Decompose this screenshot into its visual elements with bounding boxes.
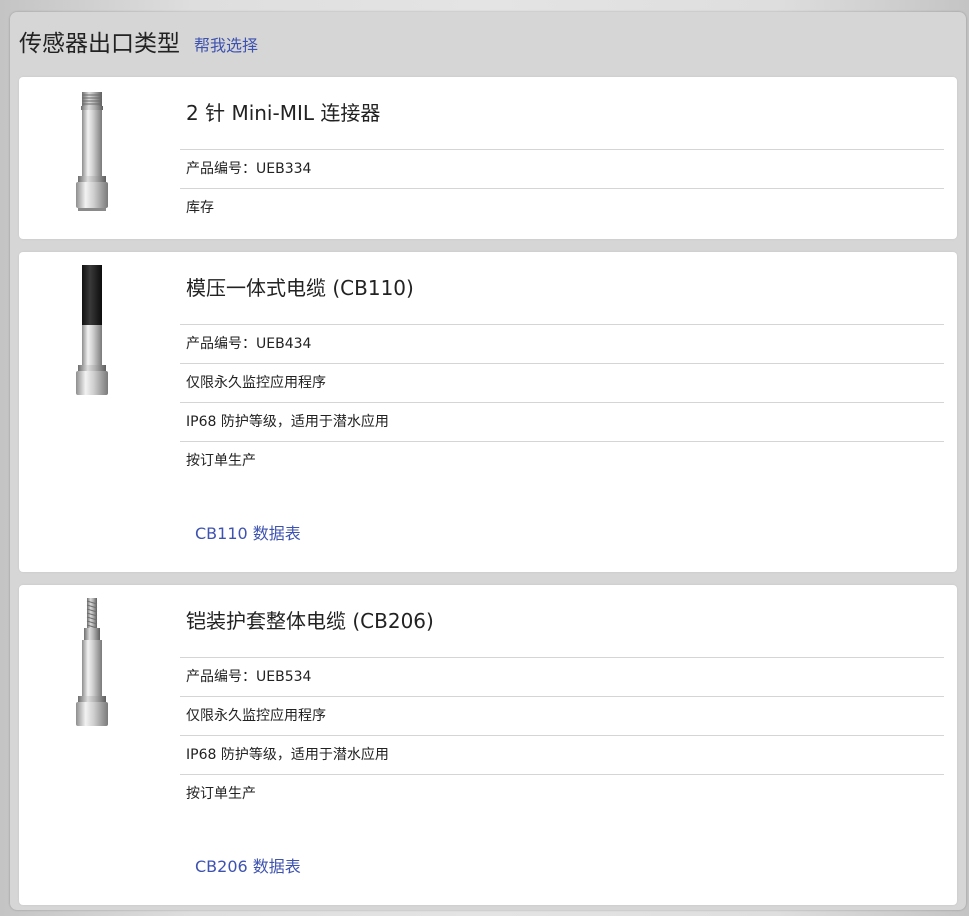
armored-cable-sensor-icon bbox=[69, 598, 115, 728]
product-number: 产品编号：UEB534 bbox=[180, 658, 944, 697]
feature-item: IP68 防护等级，适用于潜水应用 bbox=[180, 403, 944, 442]
product-number: 产品编号：UEB434 bbox=[180, 325, 944, 364]
panel-title: 传感器出口类型 bbox=[19, 31, 180, 57]
product-name: 2 针 Mini-MIL 连接器 bbox=[180, 77, 944, 150]
feature-item: 仅限永久监控应用程序 bbox=[180, 364, 944, 403]
feature-item: 按订单生产 bbox=[186, 453, 256, 469]
product-info: 铠装护套整体电缆 (CB206) 产品编号：UEB534 仅限永久监控应用程序 … bbox=[180, 585, 944, 813]
help-me-choose-link[interactable]: 帮我选择 bbox=[194, 32, 258, 56]
product-info: 模压一体式电缆 (CB110) 产品编号：UEB434 仅限永久监控应用程序 I… bbox=[180, 252, 944, 480]
datasheet-link-cb206[interactable]: CB206 数据表 bbox=[195, 853, 301, 877]
panel-header: 传感器出口类型 帮我选择 bbox=[19, 24, 258, 57]
product-info: 2 针 Mini-MIL 连接器 产品编号：UEB334 库存 bbox=[180, 77, 944, 227]
product-number: 产品编号：UEB334 bbox=[180, 150, 944, 189]
product-card-ueb334[interactable]: 2 针 Mini-MIL 连接器 产品编号：UEB334 库存 bbox=[19, 77, 957, 239]
stock-status: 库存 bbox=[186, 200, 214, 216]
molded-cable-sensor-icon bbox=[69, 265, 115, 395]
feature-item: IP68 防护等级，适用于潜水应用 bbox=[180, 736, 944, 775]
product-name: 铠装护套整体电缆 (CB206) bbox=[180, 585, 944, 658]
product-card-ueb534[interactable]: 铠装护套整体电缆 (CB206) 产品编号：UEB534 仅限永久监控应用程序 … bbox=[19, 585, 957, 905]
connector-sensor-icon bbox=[69, 90, 115, 220]
product-name: 模压一体式电缆 (CB110) bbox=[180, 252, 944, 325]
datasheet-link-cb110[interactable]: CB110 数据表 bbox=[195, 520, 301, 544]
feature-item: 仅限永久监控应用程序 bbox=[180, 697, 944, 736]
product-card-ueb434[interactable]: 模压一体式电缆 (CB110) 产品编号：UEB434 仅限永久监控应用程序 I… bbox=[19, 252, 957, 572]
feature-item: 按订单生产 bbox=[186, 786, 256, 802]
sensor-outlet-panel: 传感器出口类型 帮我选择 2 针 Mini-MIL 连接器 产品编号：UEB33… bbox=[10, 12, 966, 910]
